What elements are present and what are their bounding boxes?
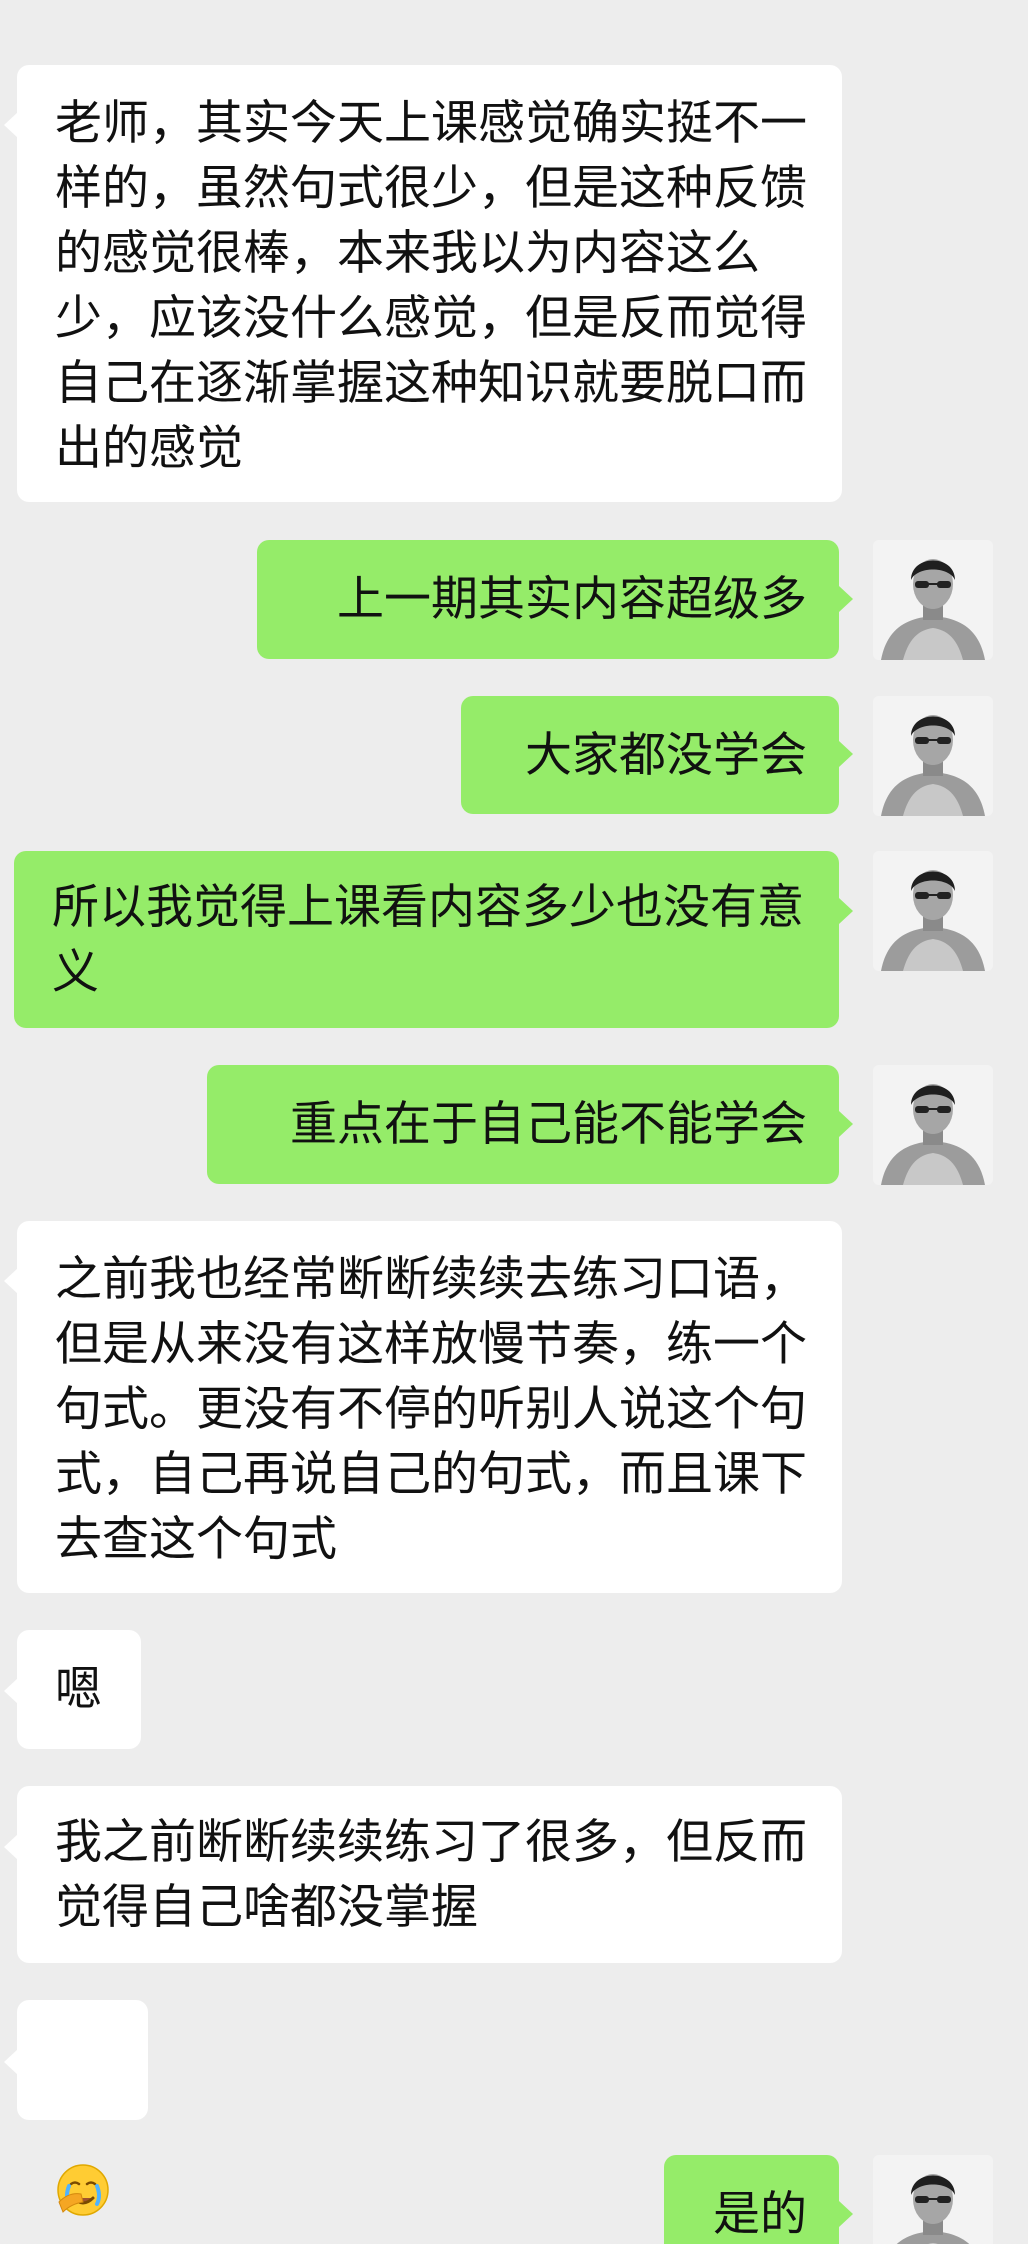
bubble-tail <box>4 1834 18 1860</box>
bubble-tail <box>839 586 853 612</box>
user-avatar[interactable] <box>873 1065 993 1185</box>
bubble-tail <box>839 1111 853 1137</box>
bubble-tail <box>4 1268 18 1294</box>
bubble-tail <box>839 2201 853 2227</box>
bubble-tail <box>4 112 18 138</box>
user-avatar[interactable] <box>873 2155 993 2244</box>
bubble-tail <box>839 741 853 767</box>
user-avatar[interactable] <box>873 696 993 816</box>
avatar-image <box>873 2155 993 2244</box>
bubble-tail <box>839 898 853 924</box>
avatar-image <box>873 1065 993 1185</box>
bubble-tail <box>4 2049 18 2075</box>
message-bubble[interactable]: 老师，其实今天上课感觉确实挺不一样的，虽然句式很少，但是这种反馈的感觉很棒，本来… <box>17 65 842 502</box>
user-avatar[interactable] <box>873 540 993 660</box>
avatar-image <box>873 540 993 660</box>
bubble-tail <box>4 1678 18 1704</box>
message-bubble[interactable]: 所以我觉得上课看内容多少也没有意义 <box>14 851 839 1028</box>
message-bubble[interactable]: 之前我也经常断断续续去练习口语，但是从来没有这样放慢节奏，练一个句式。更没有不停… <box>17 1221 842 1593</box>
message-bubble[interactable]: 上一期其实内容超级多 <box>257 540 839 659</box>
facepalm-crying-emoji <box>57 2164 109 2216</box>
avatar-image <box>873 696 993 816</box>
message-bubble[interactable]: 大家都没学会 <box>461 696 839 814</box>
chat-window: 老师，其实今天上课感觉确实挺不一样的，虽然句式很少，但是这种反馈的感觉很棒，本来… <box>0 0 1028 2244</box>
avatar-image <box>873 851 993 971</box>
message-bubble[interactable]: 嗯 <box>17 1630 141 1749</box>
message-bubble[interactable]: 我之前断断续续练习了很多，但反而觉得自己啥都没掌握 <box>17 1786 842 1963</box>
message-bubble[interactable]: 是的 <box>664 2155 839 2244</box>
message-bubble[interactable]: 重点在于自己能不能学会 <box>207 1065 839 1184</box>
user-avatar[interactable] <box>873 851 993 971</box>
message-bubble[interactable] <box>17 2000 148 2216</box>
